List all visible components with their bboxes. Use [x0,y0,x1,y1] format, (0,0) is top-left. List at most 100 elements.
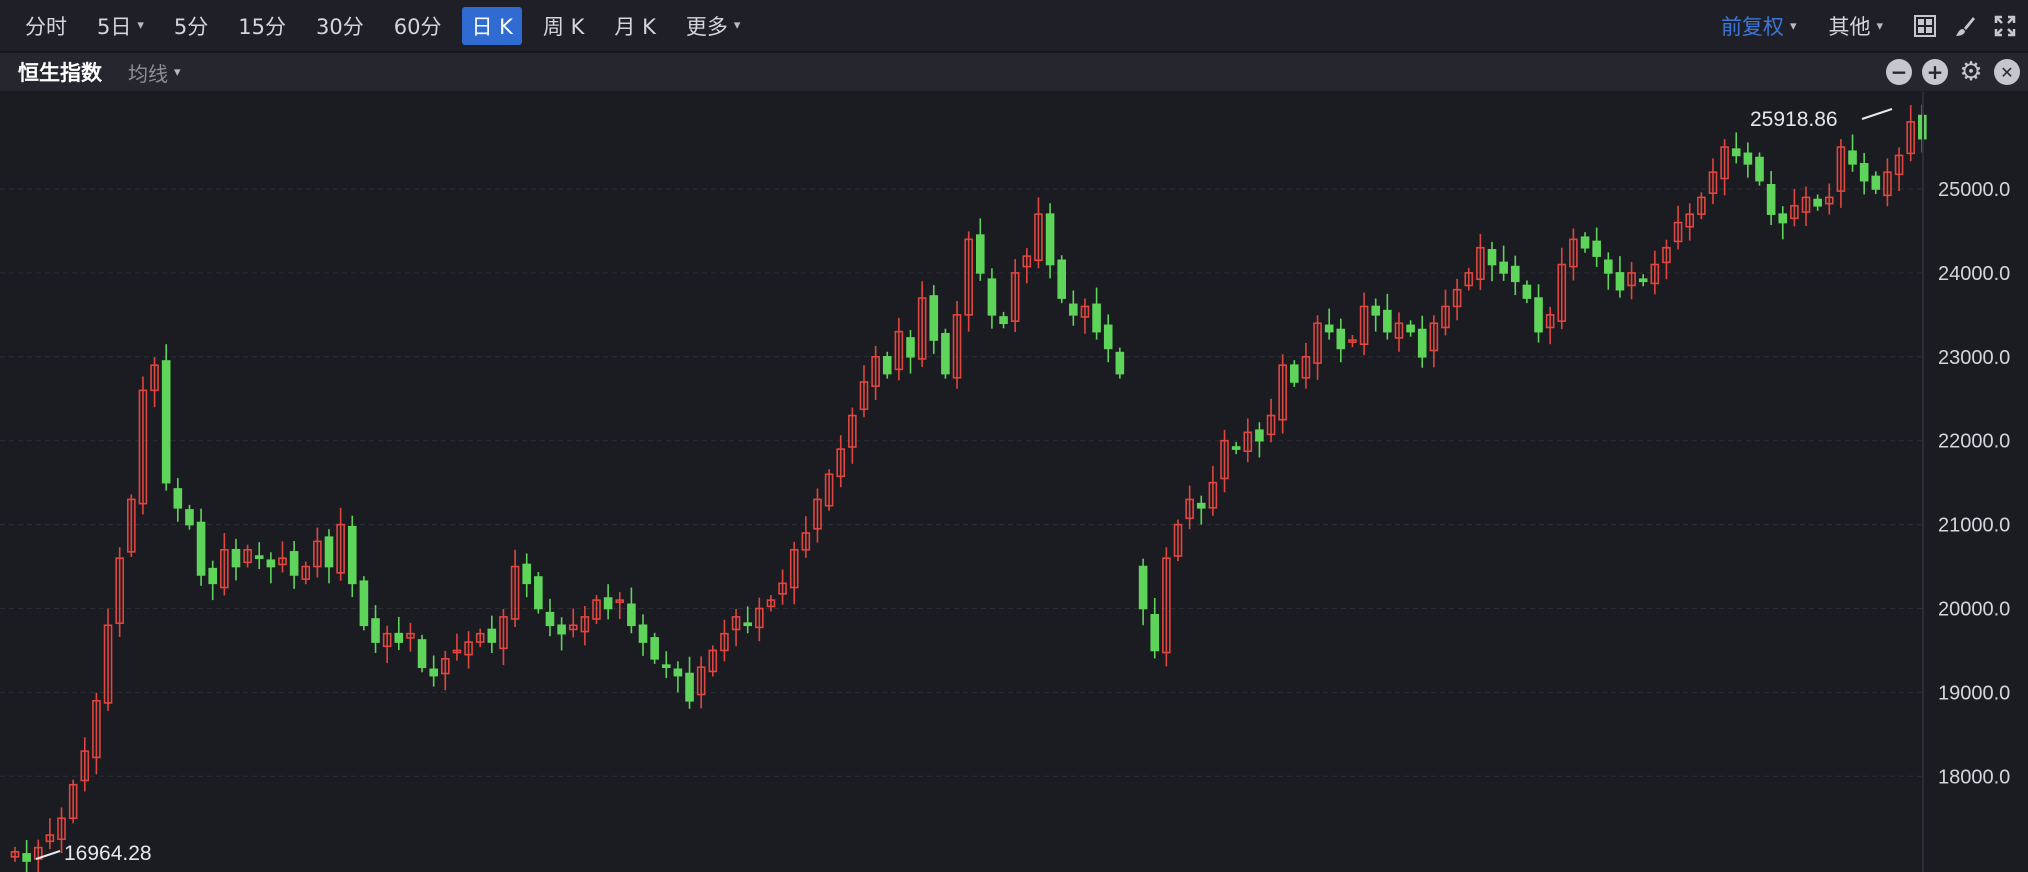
candle [1744,142,1751,177]
candle [744,606,751,633]
brush-icon[interactable] [1952,13,1978,39]
candle-body [198,523,205,575]
candle [430,655,437,686]
candle [884,352,891,379]
candle-body [1872,176,1879,189]
candle [907,330,914,374]
candle [23,840,30,872]
candle [779,569,786,604]
period-daily-k[interactable]: 日 K [462,7,521,45]
period-15min[interactable]: 15分 [229,7,295,45]
candle-body [744,623,751,625]
candle [1291,360,1298,387]
candle [419,635,426,672]
candle [581,606,588,645]
candle [105,609,112,711]
candle-body [1058,260,1065,298]
candle-body [1407,325,1414,331]
y-tick-label: 20000.0 [1938,599,2010,621]
max-arrow-icon [1862,109,1892,119]
candle-body [1640,279,1647,281]
candle [1268,399,1275,443]
candle-body [163,361,170,483]
period-5min[interactable]: 5分 [165,7,217,45]
candle-body [1326,325,1333,331]
candle [1640,274,1647,286]
candle [395,617,402,650]
candle [1709,158,1716,204]
candle [12,847,19,862]
candle [1907,105,1914,161]
candle [1826,184,1833,215]
candle-body [1384,311,1391,332]
candle [116,547,123,637]
max-annotation: 25918.86 [1750,108,1892,131]
min-annotation: 16964.28 [36,842,152,865]
candle-body [1535,298,1542,332]
candle [1861,153,1868,195]
candle [1512,256,1519,295]
period-30min[interactable]: 30分 [307,7,373,45]
candle [1395,312,1402,351]
candle [1698,192,1705,219]
candle [186,505,193,530]
period-label: 30分 [316,11,364,41]
moving-average-dropdown[interactable]: 均线▾ [128,58,181,87]
period-monthly-k[interactable]: 月 K [605,7,664,45]
zoom-in-icon[interactable]: + [1922,59,1948,85]
candle [546,599,553,636]
candle [698,656,705,708]
close-icon[interactable]: ✕ [1994,59,2020,85]
candle [1093,288,1100,340]
period-60min[interactable]: 60分 [385,7,451,45]
candle [628,588,635,634]
candle [81,737,88,791]
other-dropdown[interactable]: 其他▾ [1819,7,1892,45]
candle [232,539,239,581]
candle [1605,252,1612,289]
candle [1361,293,1368,356]
candle-body [1198,504,1205,508]
candle-body [1582,237,1589,247]
candle-body [1000,317,1007,323]
chevron-down-icon: ▾ [734,18,741,33]
candle [686,657,693,709]
candle [1256,422,1263,457]
candle-body [1861,164,1868,181]
candle [1454,279,1461,321]
candle-body [558,625,565,633]
layout-grid-icon[interactable] [1912,13,1938,39]
candlestick-chart[interactable]: 18000.019000.020000.021000.022000.023000… [0,92,2028,872]
candle [1000,312,1007,328]
candle [1151,598,1158,658]
period-weekly-k[interactable]: 周 K [534,7,593,45]
period-5day[interactable]: 5日▾ [88,7,153,45]
candle-body [267,560,274,566]
period-label: 更多 [686,11,728,41]
candle [35,840,42,872]
candle [1186,486,1193,530]
candle [1616,256,1623,298]
candle [174,478,181,522]
candle-body [930,296,937,340]
chevron-down-icon: ▾ [174,65,181,80]
adjust-label: 前复权 [1721,11,1784,41]
gear-icon[interactable]: ⚙ [1958,59,1984,85]
zoom-out-icon[interactable]: − [1886,59,1912,85]
candle [1500,246,1507,281]
candle [954,301,961,389]
candle [1279,354,1286,433]
candle [1384,294,1391,340]
max-price-label: 25918.86 [1750,108,1838,131]
candle [256,542,263,569]
fullscreen-icon[interactable] [1992,13,2018,39]
candle [1081,298,1088,333]
candle [465,631,472,668]
period-more[interactable]: 更多 ▾ [677,7,750,45]
adjust-dropdown[interactable]: 前复权▾ [1712,7,1806,45]
period-label: 日 K [471,11,512,41]
period-intraday[interactable]: 分时 [16,7,76,45]
candle [512,550,519,627]
period-toolbar: 分时 5日▾ 5分 15分 30分 60分 日 K 周 K 月 K 更多 ▾ 前复… [0,0,2028,52]
candle [1058,255,1065,303]
